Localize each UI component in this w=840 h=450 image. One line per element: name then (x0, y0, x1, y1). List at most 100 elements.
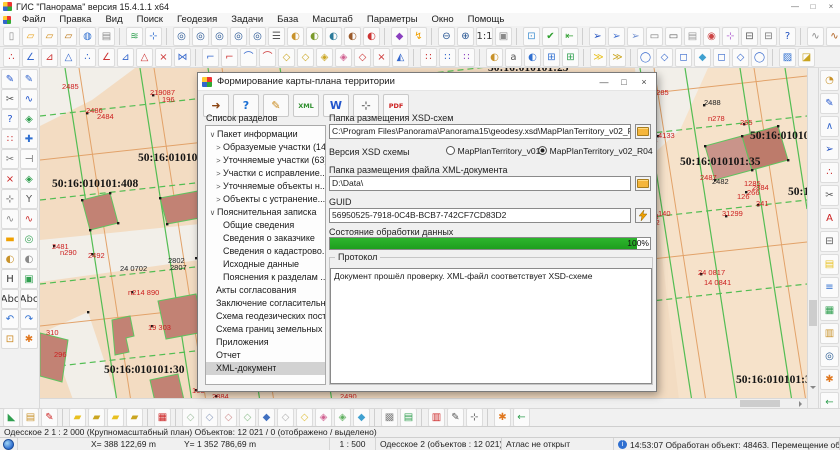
toolbar-icon[interactable]: ⊞ (562, 48, 579, 67)
xsd-version-v01-radio[interactable]: MapPlanTerritory_v01 (446, 146, 540, 157)
vertical-scroll-thumb[interactable] (809, 300, 817, 326)
toolbar-icon[interactable]: A (820, 208, 839, 229)
toolbar-icon[interactable] (516, 28, 519, 45)
toolbar-icon[interactable]: ◇ (354, 48, 371, 67)
toolbar-icon[interactable]: ✚ (20, 129, 38, 149)
toolbar-icon[interactable]: ◣ (3, 408, 20, 427)
toolbar-icon[interactable]: ▣ (495, 27, 512, 46)
protocol-text-area[interactable]: Документ прошёл проверку. XML-файл соотв… (330, 268, 652, 384)
generate-guid-button[interactable] (635, 208, 651, 223)
toolbar-icon[interactable]: ◐ (524, 48, 541, 67)
toolbar-icon[interactable]: × (155, 48, 172, 67)
toolbar-icon[interactable]: ◯ (637, 48, 654, 67)
radio-icon[interactable] (538, 146, 547, 155)
section-item[interactable]: Акты согласования (206, 284, 325, 297)
toolbar-icon[interactable]: ◆ (258, 408, 275, 427)
toolbar-icon[interactable] (800, 28, 803, 45)
toolbar-icon[interactable] (479, 49, 482, 66)
xsd-version-v02-radio[interactable]: MapPlanTerritory_v02_R04 (538, 146, 653, 157)
toolbar-icon[interactable]: ◻ (675, 48, 692, 67)
toolbar-icon[interactable]: ∷ (420, 48, 437, 67)
toolbar-icon[interactable]: ✱ (820, 369, 839, 390)
toolbar-icon[interactable] (630, 49, 633, 66)
toolbar-icon[interactable]: ▥ (428, 408, 445, 427)
toolbar-icon[interactable] (487, 409, 490, 426)
window-button[interactable]: × (822, 1, 840, 13)
section-item[interactable]: > Образуемые участки (14) (206, 141, 325, 154)
dialog-window-button[interactable]: — (594, 74, 614, 90)
tree-expander-icon[interactable]: ∨ (208, 206, 217, 219)
menu-item[interactable]: Помощь (461, 14, 512, 25)
toolbar-icon[interactable]: ≫ (590, 48, 607, 67)
toolbar-icon[interactable]: ◐ (306, 27, 323, 46)
toolbar-icon[interactable]: ▤ (400, 408, 417, 427)
toolbar-icon[interactable]: ◇ (182, 408, 199, 427)
map-vertical-scrollbar[interactable] (807, 68, 818, 408)
toolbar-icon[interactable]: ◈ (316, 48, 333, 67)
globe-segment[interactable] (0, 438, 18, 450)
toolbar-icon[interactable]: 1:1 (476, 27, 493, 46)
tree-expander-icon[interactable] (207, 284, 216, 297)
menu-item[interactable]: Файл (15, 14, 52, 25)
tree-expander-icon[interactable] (207, 310, 216, 323)
toolbar-icon[interactable] (195, 49, 198, 66)
dialog-window-button[interactable]: □ (614, 74, 634, 90)
toolbar-icon[interactable]: ∠ (98, 48, 115, 67)
scroll-down-arrow-icon[interactable] (810, 386, 816, 392)
toolbar-icon[interactable]: ◆ (353, 408, 370, 427)
toolbar-icon[interactable]: ◆ (391, 27, 408, 46)
tree-expander-icon[interactable] (207, 362, 216, 375)
toolbar-icon[interactable]: ◎ (820, 346, 839, 367)
menu-item[interactable]: Вид (98, 14, 129, 25)
menu-item[interactable]: Поиск (130, 14, 170, 25)
toolbar-icon[interactable]: ▰ (107, 408, 124, 427)
dialog-toolbar-button[interactable]: XML (293, 94, 319, 117)
toolbar-icon[interactable]: ▬ (1, 229, 19, 249)
menu-item[interactable]: Окно (425, 14, 461, 25)
toolbar-icon[interactable]: × (373, 48, 390, 67)
toolbar-icon[interactable]: ⊿ (41, 48, 58, 67)
toolbar-icon[interactable]: ◉ (703, 27, 720, 46)
toolbar-icon[interactable]: ◈ (20, 109, 38, 129)
toolbar-icon[interactable]: ∴ (79, 48, 96, 67)
tree-expander-icon[interactable] (207, 336, 216, 349)
toolbar-icon[interactable]: ∿ (20, 89, 38, 109)
toolbar-icon[interactable]: ◪ (798, 48, 815, 67)
toolbar-icon[interactable] (166, 28, 169, 45)
toolbar-icon[interactable]: Y (20, 189, 38, 209)
toolbar-icon[interactable]: ◈ (20, 169, 38, 189)
toolbar-icon[interactable]: ⊣ (20, 149, 38, 169)
dialog-window-button[interactable]: × (634, 74, 654, 90)
toolbar-icon[interactable]: ◐ (20, 249, 38, 269)
dialog-title-bar[interactable]: Формирование карты-плана территории —□× (198, 73, 656, 91)
toolbar-icon[interactable]: ✎ (41, 408, 58, 427)
browse-xml-folder-button[interactable] (635, 176, 651, 191)
menu-item[interactable]: Параметры (360, 14, 425, 25)
toolbar-icon[interactable]: ∿ (1, 209, 19, 229)
toolbar-icon[interactable] (413, 49, 416, 66)
map-horizontal-scrollbar[interactable] (40, 398, 807, 408)
browse-xsd-folder-button[interactable] (635, 124, 651, 139)
toolbar-icon[interactable]: ≫ (609, 48, 626, 67)
tree-expander-icon[interactable] (207, 323, 216, 336)
tree-expander-icon[interactable]: > (214, 193, 223, 206)
toolbar-icon[interactable]: ∿ (826, 27, 840, 46)
toolbar-icon[interactable]: ✂ (1, 89, 19, 109)
toolbar-icon[interactable]: ∷ (439, 48, 456, 67)
toolbar-icon[interactable]: ➢ (589, 27, 606, 46)
toolbar-icon[interactable]: ⊹ (145, 27, 162, 46)
toolbar-icon[interactable]: ▩ (381, 408, 398, 427)
toolbar-icon[interactable]: ◍ (79, 27, 96, 46)
toolbar-icon[interactable]: ⌒ (240, 48, 257, 67)
tree-expander-icon[interactable] (207, 349, 216, 362)
toolbar-icon[interactable] (583, 49, 586, 66)
scale-segment[interactable]: 1 : 500 (330, 438, 376, 450)
toolbar-icon[interactable] (582, 28, 585, 45)
tree-expander-icon[interactable] (214, 245, 223, 258)
section-item[interactable]: ∨ Пояснительная записка (206, 206, 325, 219)
toolbar-icon[interactable]: ⌒ (259, 48, 276, 67)
toolbar-icon[interactable]: ◐ (325, 27, 342, 46)
toolbar-icon[interactable]: ◎ (230, 27, 247, 46)
toolbar-icon[interactable]: ◎ (211, 27, 228, 46)
toolbar-icon[interactable]: ▱ (60, 27, 77, 46)
